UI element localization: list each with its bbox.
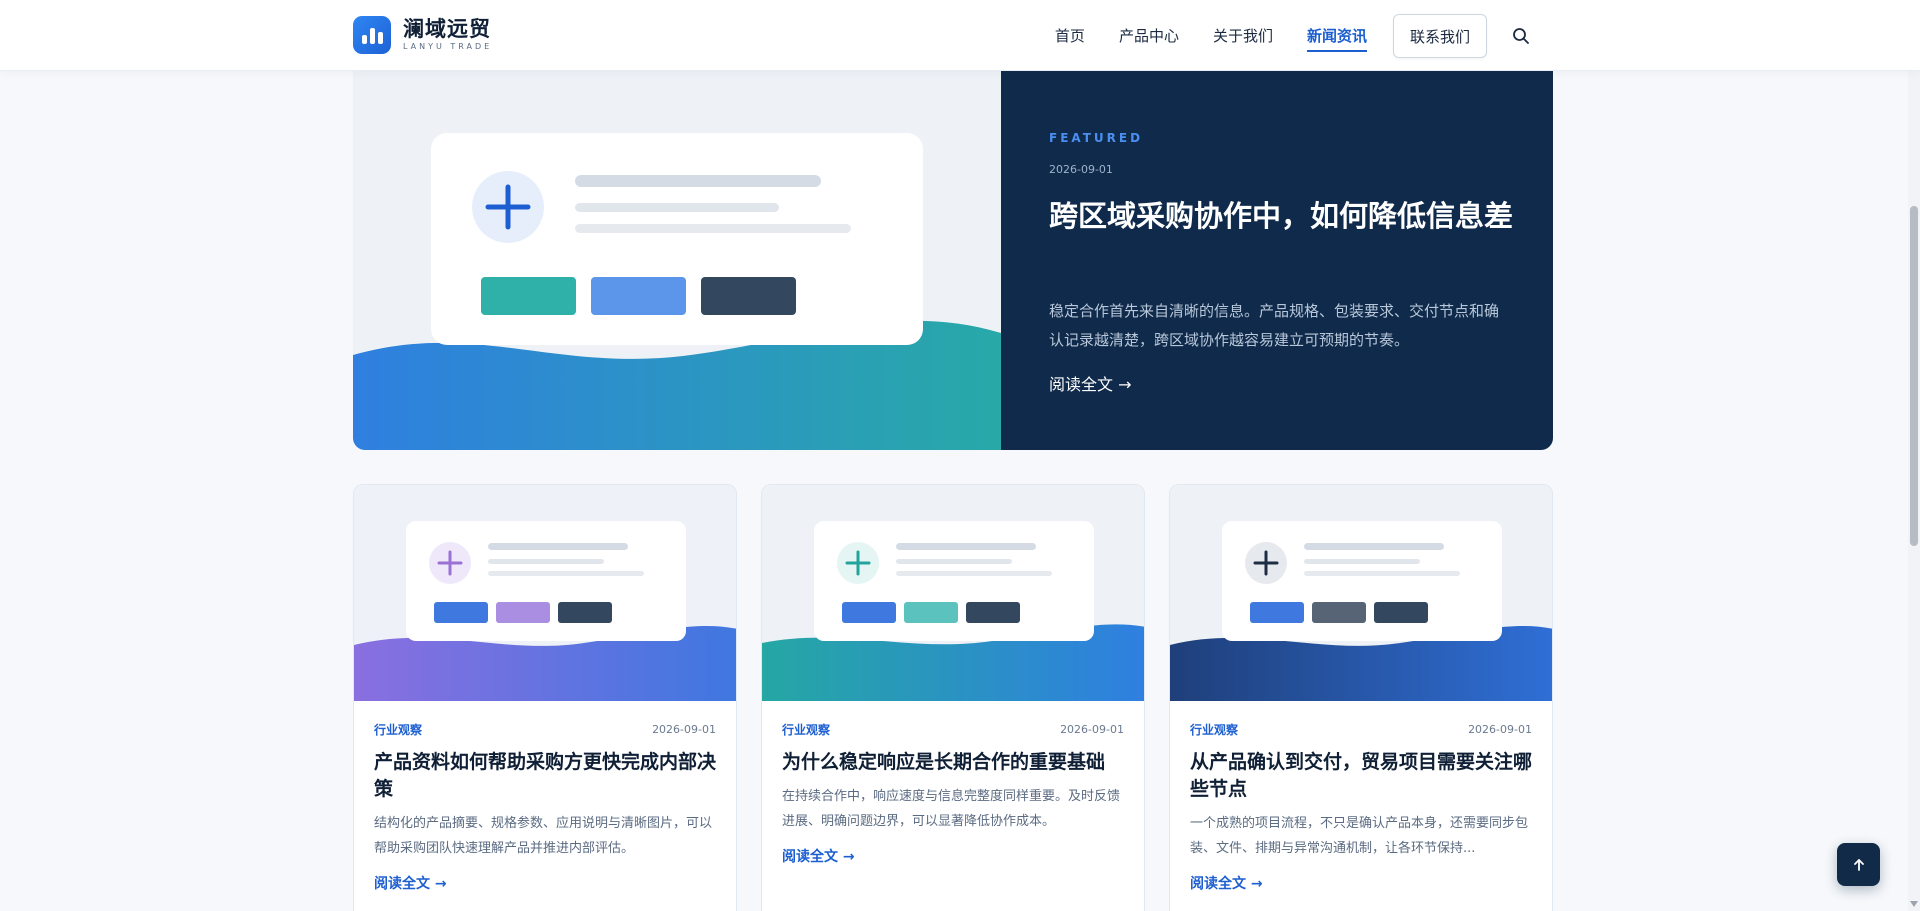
article-excerpt: 一个成熟的项目流程，不只是确认产品本身，还需要同步包装、文件、排期与异常沟通机制… (1190, 816, 1529, 856)
featured-date: 2026-09-01 (1049, 163, 1113, 176)
featured-content: FEATURED 2026-09-01 跨区域采购协作中，如何降低信息差 稳定合… (1001, 71, 1553, 450)
scroll-down-arrow-icon[interactable] (1910, 901, 1918, 907)
article-card-body: 行业观察 2026-09-01 从产品确认到交付，贸易项目需要关注哪些节点 一个… (1170, 721, 1552, 893)
article-card-body: 行业观察 2026-09-01 产品资料如何帮助采购方更快完成内部决策 结构化的… (354, 721, 736, 893)
featured-article[interactable]: FEATURED 2026-09-01 跨区域采购协作中，如何降低信息差 稳定合… (353, 71, 1553, 450)
page-scrollbar[interactable] (1908, 0, 1920, 911)
article-thumbnail (1170, 485, 1552, 701)
nav-news[interactable]: 新闻资讯 (1306, 14, 1367, 58)
main-nav: 首页 产品中心 关于我们 新闻资讯 联系我们 (1021, 14, 1535, 58)
article-read-more-link[interactable]: 阅读全文 → (782, 846, 1124, 866)
article-meta: 行业观察 2026-09-01 (374, 721, 716, 737)
article-thumbnail (762, 485, 1144, 701)
article-title[interactable]: 为什么稳定响应是长期合作的重要基础 (782, 749, 1124, 776)
contact-button[interactable]: 联系我们 (1392, 14, 1487, 58)
brand-name-en: LANYU TRADE (403, 42, 493, 51)
article-date: 2026-09-01 (1468, 722, 1532, 736)
featured-kicker: FEATURED (1049, 131, 1144, 145)
featured-read-more-link[interactable]: 阅读全文 → (1049, 371, 1132, 395)
article-card[interactable]: 行业观察 2026-09-01 从产品确认到交付，贸易项目需要关注哪些节点 一个… (1169, 484, 1553, 911)
article-category[interactable]: 行业观察 (782, 721, 830, 738)
featured-title[interactable]: 跨区域采购协作中，如何降低信息差 (1049, 195, 1519, 238)
brand-text: 澜域远贸 LANYU TRADE (403, 17, 492, 53)
article-excerpt: 在持续合作中，响应速度与信息完整度同样重要。及时反馈进展、明确问题边界，可以显著… (782, 789, 1121, 829)
search-icon[interactable] (1507, 22, 1535, 50)
article-category[interactable]: 行业观察 (1190, 721, 1238, 738)
scrollbar-thumb[interactable] (1910, 206, 1918, 546)
article-meta: 行业观察 2026-09-01 (1190, 721, 1532, 737)
nav-products[interactable]: 产品中心 (1119, 14, 1179, 58)
article-list: 行业观察 2026-09-01 产品资料如何帮助采购方更快完成内部决策 结构化的… (353, 484, 1553, 911)
article-meta: 行业观察 2026-09-01 (782, 721, 1124, 737)
nav-home[interactable]: 首页 (1055, 14, 1085, 58)
article-read-more-link[interactable]: 阅读全文 → (1190, 873, 1532, 893)
site-header: 澜域远贸 LANYU TRADE 首页 产品中心 关于我们 新闻资讯 联系我们 (0, 0, 1920, 71)
arrow-up-icon (1853, 858, 1864, 871)
article-excerpt: 结构化的产品摘要、规格参数、应用说明与清晰图片，可以帮助采购团队快速理解产品并推… (374, 816, 713, 856)
logo-bars-icon (353, 16, 391, 54)
brand-logo[interactable]: 澜域远贸 LANYU TRADE (353, 16, 492, 54)
article-thumbnail (354, 485, 736, 701)
article-card-body: 行业观察 2026-09-01 为什么稳定响应是长期合作的重要基础 在持续合作中… (762, 721, 1144, 866)
nav-about[interactable]: 关于我们 (1213, 14, 1273, 58)
article-date: 2026-09-01 (1060, 722, 1124, 736)
brand-name-cn: 澜域远贸 (403, 17, 491, 41)
back-to-top-button[interactable] (1837, 843, 1880, 886)
article-card[interactable]: 行业观察 2026-09-01 产品资料如何帮助采购方更快完成内部决策 结构化的… (353, 484, 737, 911)
article-category[interactable]: 行业观察 (374, 721, 422, 738)
article-date: 2026-09-01 (652, 722, 716, 736)
featured-illustration (353, 71, 1001, 450)
article-card[interactable]: 行业观察 2026-09-01 为什么稳定响应是长期合作的重要基础 在持续合作中… (761, 484, 1145, 911)
article-title[interactable]: 产品资料如何帮助采购方更快完成内部决策 (374, 749, 716, 803)
article-read-more-link[interactable]: 阅读全文 → (374, 873, 716, 893)
featured-excerpt: 稳定合作首先来自清晰的信息。产品规格、包装要求、交付节点和确认记录越清楚，跨区域… (1049, 302, 1500, 349)
article-title[interactable]: 从产品确认到交付，贸易项目需要关注哪些节点 (1190, 749, 1532, 803)
